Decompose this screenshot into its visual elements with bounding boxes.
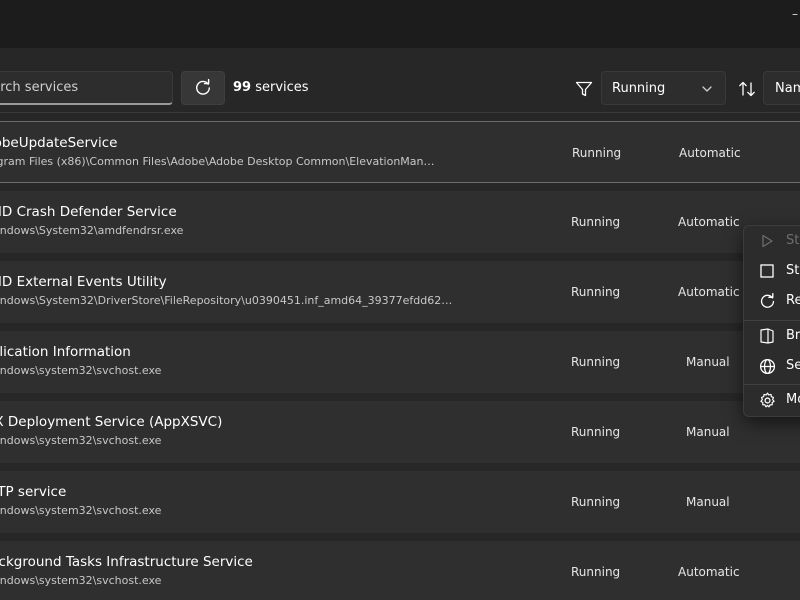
service-path: C:\Windows\system32\svchost.exe [0, 364, 162, 377]
status-filter-dropdown[interactable]: Running [601, 71, 726, 105]
service-status: Running [571, 285, 621, 299]
services-count-number: 99 [233, 80, 252, 95]
menu-item-label: Search [786, 358, 800, 373]
search-input[interactable] [0, 72, 172, 103]
service-name: BITTP service [0, 484, 67, 500]
stop-icon [758, 262, 776, 280]
service-path: C:\Windows\system32\svchost.exe [0, 434, 162, 447]
service-status: Running [571, 565, 621, 579]
service-row[interactable]: BITTP service C:\Windows\system32\svchos… [0, 471, 800, 533]
service-name: AppX Deployment Service (AppXSVC) [0, 414, 223, 430]
service-path: C:\Windows\system32\svchost.exe [0, 574, 162, 587]
toolbar-divider [0, 112, 800, 113]
status-filter-value: Running [612, 80, 666, 96]
service-name: Background Tasks Infrastructure Service [0, 554, 253, 570]
service-startup-type: Automatic [678, 215, 740, 229]
services-count-suffix: services [251, 80, 309, 95]
title-bar: – [0, 0, 800, 48]
globe-icon [758, 357, 776, 375]
service-startup-type: Automatic [678, 565, 740, 579]
service-status: Running [571, 355, 621, 369]
service-row[interactable]: Background Tasks Infrastructure Service … [0, 541, 800, 600]
service-context-menu: Start Stop Restart Browse [743, 225, 800, 417]
refresh-button[interactable] [181, 71, 225, 105]
service-status: Running [571, 425, 621, 439]
menu-item-more[interactable]: More [744, 385, 800, 415]
menu-item-browse[interactable]: Browse [744, 321, 800, 351]
services-panel: 99 services Running Name AdobeUpdateServ… [0, 48, 800, 600]
service-name: AdobeUpdateService [0, 135, 118, 151]
menu-item-search[interactable]: Search [744, 351, 800, 381]
service-name: AMD Crash Defender Service [0, 204, 177, 220]
service-startup-type: Automatic [679, 146, 741, 160]
service-row[interactable]: AMD External Events Utility C:\Windows\S… [0, 261, 800, 323]
menu-item-label: Stop [786, 263, 800, 278]
sort-value: Name [775, 80, 800, 96]
service-name: Application Information [0, 344, 131, 360]
sort-dropdown[interactable]: Name [763, 71, 800, 105]
menu-item-label: Browse [786, 328, 800, 343]
service-row[interactable]: Application Information C:\Windows\syste… [0, 331, 800, 393]
sort-icon[interactable] [736, 78, 758, 100]
service-path: C:\Program Files (x86)\Common Files\Adob… [0, 155, 435, 168]
menu-item-restart[interactable]: Restart [744, 286, 800, 316]
service-startup-type: Manual [686, 425, 730, 439]
service-row[interactable]: AppX Deployment Service (AppXSVC) C:\Win… [0, 401, 800, 463]
menu-item-label: More [786, 392, 800, 407]
menu-item-stop[interactable]: Stop [744, 256, 800, 286]
services-count: 99 services [233, 79, 309, 97]
minimize-button[interactable]: – [792, 7, 800, 21]
restart-icon [758, 292, 776, 310]
menu-item-start[interactable]: Start [744, 226, 800, 256]
service-startup-type: Automatic [678, 285, 740, 299]
service-name: AMD External Events Utility [0, 274, 167, 290]
service-row[interactable]: AMD Crash Defender Service C:\Windows\Sy… [0, 191, 800, 253]
service-row[interactable]: AdobeUpdateService C:\Program Files (x86… [0, 121, 800, 183]
service-path: C:\Windows\System32\amdfendrsr.exe [0, 224, 184, 237]
service-status: Running [572, 146, 622, 160]
filter-icon [573, 78, 595, 100]
service-status: Running [571, 495, 621, 509]
service-path: C:\Windows\system32\svchost.exe [0, 504, 162, 517]
service-path: C:\Windows\System32\DriverStore\FileRepo… [0, 294, 453, 307]
folder-icon [758, 327, 776, 345]
chevron-down-icon [702, 86, 712, 92]
service-status: Running [571, 215, 621, 229]
gear-icon [758, 391, 776, 409]
service-startup-type: Manual [686, 355, 730, 369]
menu-item-label: Start [786, 233, 800, 248]
play-icon [758, 232, 776, 250]
service-startup-type: Manual [686, 495, 730, 509]
refresh-icon [196, 79, 210, 95]
search-box[interactable] [0, 71, 173, 105]
menu-item-label: Restart [786, 293, 800, 308]
